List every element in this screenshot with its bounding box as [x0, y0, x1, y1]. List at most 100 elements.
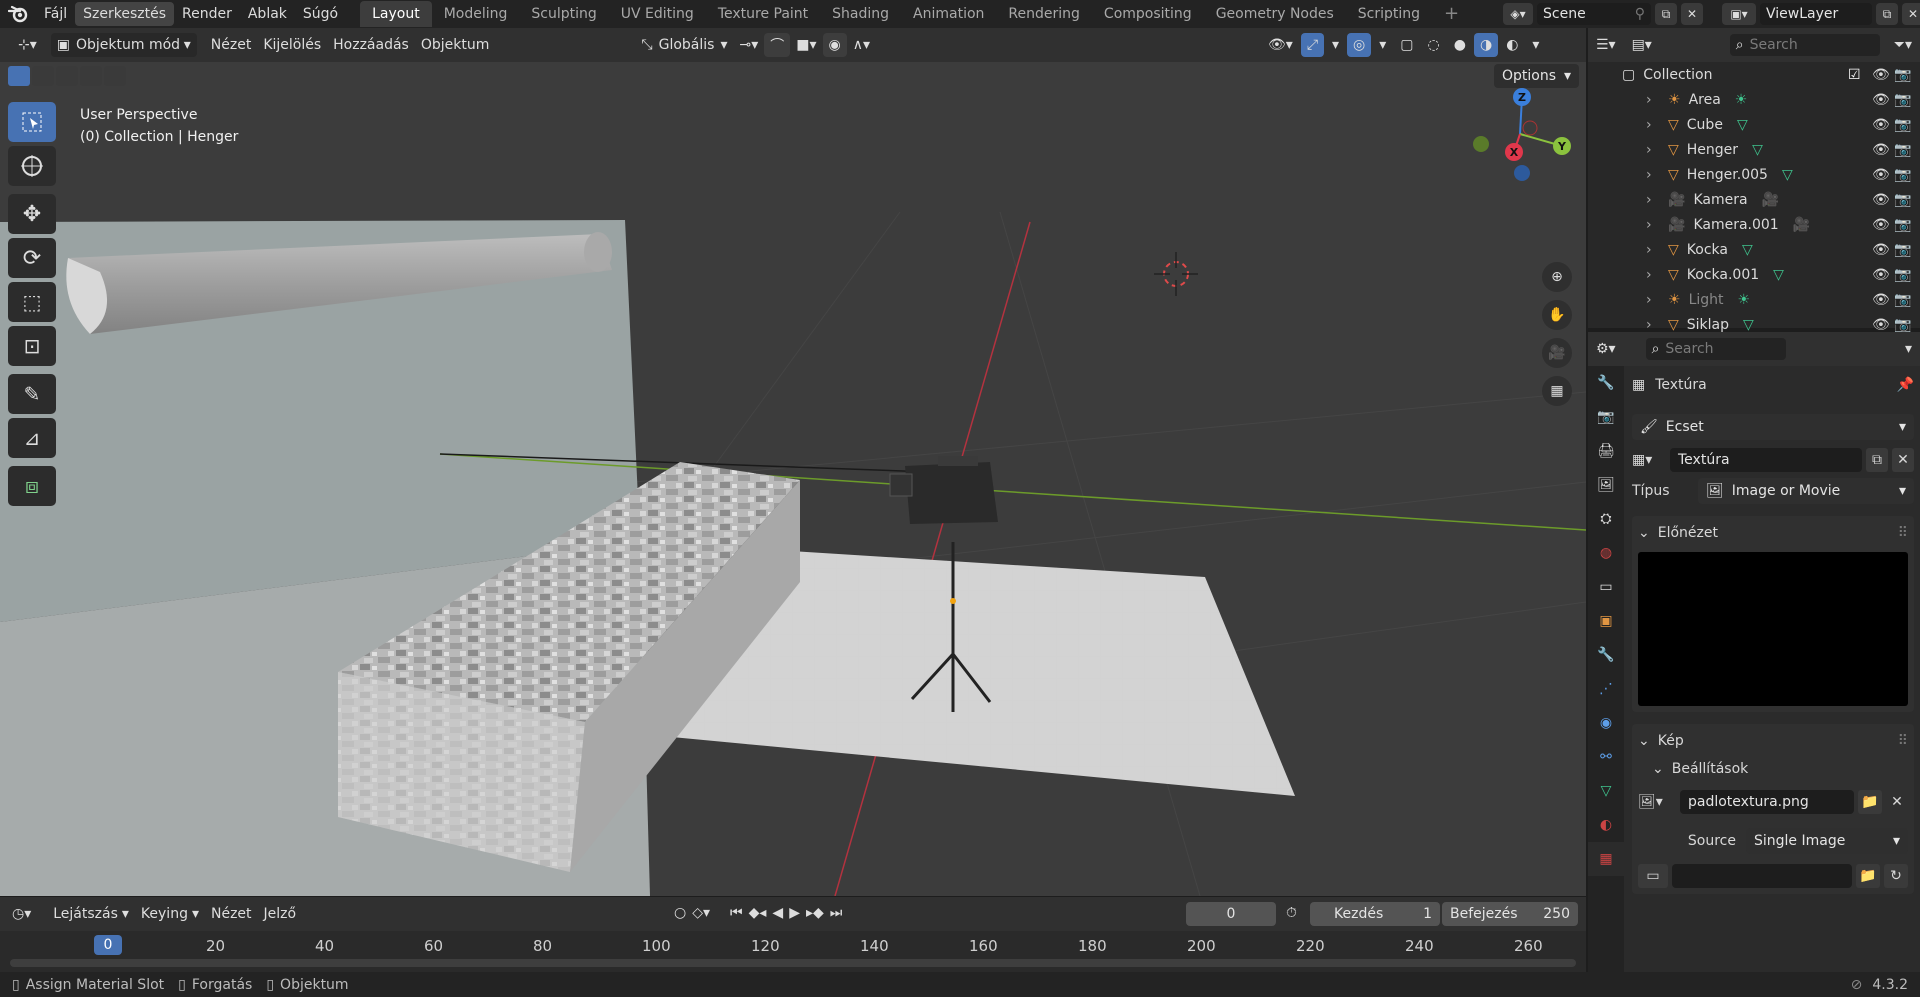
scene-icon[interactable]: ◈▾: [1503, 3, 1533, 25]
measure-tool-icon[interactable]: ⊿: [8, 418, 56, 458]
render-camera-icon[interactable]: 📷: [1894, 117, 1911, 133]
snap-icon[interactable]: ⌒: [764, 33, 791, 57]
select-intersect-icon[interactable]: [104, 66, 126, 86]
image-browse-icon[interactable]: 🖼▾: [1638, 790, 1676, 814]
texture-name-field[interactable]: Textúra: [1670, 448, 1862, 472]
eye-icon[interactable]: 👁: [1872, 117, 1890, 133]
gizmo-toggle-icon[interactable]: ⤢: [1300, 33, 1325, 57]
expand-chevron-icon[interactable]: ›: [1646, 242, 1652, 258]
eye-icon[interactable]: 👁: [1872, 167, 1890, 183]
collection-checkbox-icon[interactable]: ☑: [1848, 67, 1861, 83]
texture-browse-icon[interactable]: ▦▾: [1632, 448, 1666, 472]
eye-icon[interactable]: 👁: [1872, 67, 1890, 83]
duplicate-icon[interactable]: ⧉: [1866, 448, 1888, 472]
render-shading-icon[interactable]: ◐: [1500, 33, 1524, 57]
select-extend-icon[interactable]: [32, 66, 54, 86]
image-file-field[interactable]: padlotextura.png: [1680, 790, 1854, 814]
camera-view-icon[interactable]: 🎥: [1542, 338, 1572, 368]
tool-tab-icon[interactable]: 🔧: [1588, 366, 1624, 400]
outliner-item[interactable]: › ☀ Area ☀ 👁 📷: [1588, 87, 1920, 112]
gizmo-menu-icon[interactable]: ▾: [1326, 33, 1345, 57]
remove-view-layer-icon[interactable]: ✕: [1902, 3, 1920, 25]
unlink-icon[interactable]: ✕: [1886, 790, 1908, 814]
data-tab-icon[interactable]: ▽: [1588, 774, 1624, 808]
render-camera-icon[interactable]: 📷: [1894, 192, 1911, 208]
settings-subpanel-header[interactable]: ⌄ Beállítások: [1638, 756, 1908, 782]
expand-chevron-icon[interactable]: ›: [1646, 117, 1652, 133]
ortho-toggle-icon[interactable]: ▦: [1542, 376, 1572, 406]
eye-icon[interactable]: 👁: [1872, 217, 1890, 233]
render-camera-icon[interactable]: 📷: [1894, 67, 1911, 83]
filepath-field[interactable]: [1672, 864, 1852, 888]
constraints-tab-icon[interactable]: ⚯: [1588, 740, 1624, 774]
menu-file[interactable]: Fájl: [36, 2, 75, 26]
jump-start-icon[interactable]: ⏮: [730, 905, 743, 921]
annotate-tool-icon[interactable]: ✎: [8, 374, 56, 414]
expand-chevron-icon[interactable]: ›: [1646, 192, 1652, 208]
render-camera-icon[interactable]: 📷: [1894, 142, 1911, 158]
menu-render[interactable]: Render: [174, 2, 240, 26]
outliner-item[interactable]: › ▽ Kocka ▽ 👁 📷: [1588, 237, 1920, 262]
outliner-item[interactable]: › ▽ Henger.005 ▽ 👁 📷: [1588, 162, 1920, 187]
drag-handle-icon[interactable]: ⠿: [1898, 733, 1908, 749]
view-layer-field[interactable]: ViewLayer: [1760, 3, 1872, 25]
eye-icon[interactable]: 👁: [1872, 92, 1890, 108]
type-select[interactable]: 🖼 Image or Movie ▾: [1698, 478, 1914, 504]
folder-icon[interactable]: 📁: [1858, 790, 1882, 814]
play-reverse-icon[interactable]: ◀: [772, 905, 783, 921]
render-camera-icon[interactable]: 📷: [1894, 242, 1911, 258]
menu-help[interactable]: Súgó: [295, 2, 346, 26]
tab-uv-editing[interactable]: UV Editing: [609, 1, 706, 27]
pan-hand-icon[interactable]: ✋: [1542, 300, 1572, 330]
scale-tool-icon[interactable]: ⬚: [8, 282, 56, 322]
render-camera-icon[interactable]: 📷: [1894, 267, 1911, 283]
current-frame-field[interactable]: 0: [1186, 902, 1276, 926]
tab-rendering[interactable]: Rendering: [996, 1, 1092, 27]
mode-select[interactable]: ▣ Objektum mód ▾: [50, 33, 197, 57]
menu-marker[interactable]: Jelző: [258, 902, 303, 926]
add-cube-tool-icon[interactable]: ⧈: [8, 466, 56, 506]
brush-select[interactable]: 🖌 Ecset ▾: [1632, 414, 1914, 440]
menu-keying[interactable]: Keying ▾: [135, 902, 205, 926]
unlink-icon[interactable]: ✕: [1892, 448, 1914, 472]
stopwatch-icon[interactable]: ⏱: [1286, 905, 1297, 921]
eye-icon[interactable]: 👁: [1872, 292, 1890, 308]
expand-chevron-icon[interactable]: ›: [1646, 292, 1652, 308]
snap-target-icon[interactable]: ■▾: [790, 33, 822, 57]
transform-orientation[interactable]: ⤡ Globális ▾: [635, 33, 733, 57]
menu-timeline-view[interactable]: Nézet: [205, 902, 258, 926]
menu-view[interactable]: Nézet: [205, 33, 258, 57]
expand-chevron-icon[interactable]: ›: [1646, 267, 1652, 283]
visibility-icon[interactable]: 👁▾: [1262, 33, 1299, 57]
eye-icon[interactable]: 👁: [1872, 192, 1890, 208]
modifier-tab-icon[interactable]: 🔧: [1588, 638, 1624, 672]
chevron-down-icon[interactable]: ▾: [1905, 341, 1912, 357]
timeline-editor-icon[interactable]: ◷▾: [12, 906, 31, 922]
collection-tab-icon[interactable]: ▭: [1588, 570, 1624, 604]
transform-tool-icon[interactable]: ⊡: [8, 326, 56, 366]
falloff-icon[interactable]: ∧▾: [847, 33, 876, 57]
new-view-layer-icon[interactable]: ⧉: [1876, 3, 1898, 25]
pin-icon[interactable]: 📌: [1897, 377, 1914, 393]
output-tab-icon[interactable]: 🖨: [1588, 434, 1624, 468]
tab-sculpting[interactable]: Sculpting: [519, 1, 608, 27]
outliner-item[interactable]: › ▽ Cube ▽ 👁 📷: [1588, 112, 1920, 137]
folder-icon[interactable]: 📁: [1856, 864, 1880, 888]
3d-viewport[interactable]: Options ▾ User Perspective (0) Collection…: [0, 62, 1586, 896]
menu-add[interactable]: Hozzáadás: [327, 33, 415, 57]
tab-geometry-nodes[interactable]: Geometry Nodes: [1204, 1, 1346, 27]
filter-icon[interactable]: ⏷▾: [1894, 37, 1912, 53]
start-frame-field[interactable]: Kezdés 1: [1310, 902, 1440, 926]
navigation-gizmo[interactable]: Z Y X: [1470, 82, 1580, 192]
tab-shading[interactable]: Shading: [820, 1, 901, 27]
source-select[interactable]: Single Image ▾: [1746, 828, 1908, 854]
outliner-item[interactable]: › ▽ Henger ▽ 👁 📷: [1588, 137, 1920, 162]
keyframe-type-icon[interactable]: ◇▾: [692, 905, 710, 921]
material-shading-icon[interactable]: ◑: [1473, 33, 1499, 57]
properties-search[interactable]: ⌕ Search: [1645, 338, 1786, 360]
object-tab-icon[interactable]: ▣: [1588, 604, 1624, 638]
drag-handle-icon[interactable]: ⠿: [1898, 525, 1908, 541]
tab-animation[interactable]: Animation: [901, 1, 996, 27]
wireframe-shading-icon[interactable]: ◌: [1422, 33, 1446, 57]
render-camera-icon[interactable]: 📷: [1894, 167, 1911, 183]
